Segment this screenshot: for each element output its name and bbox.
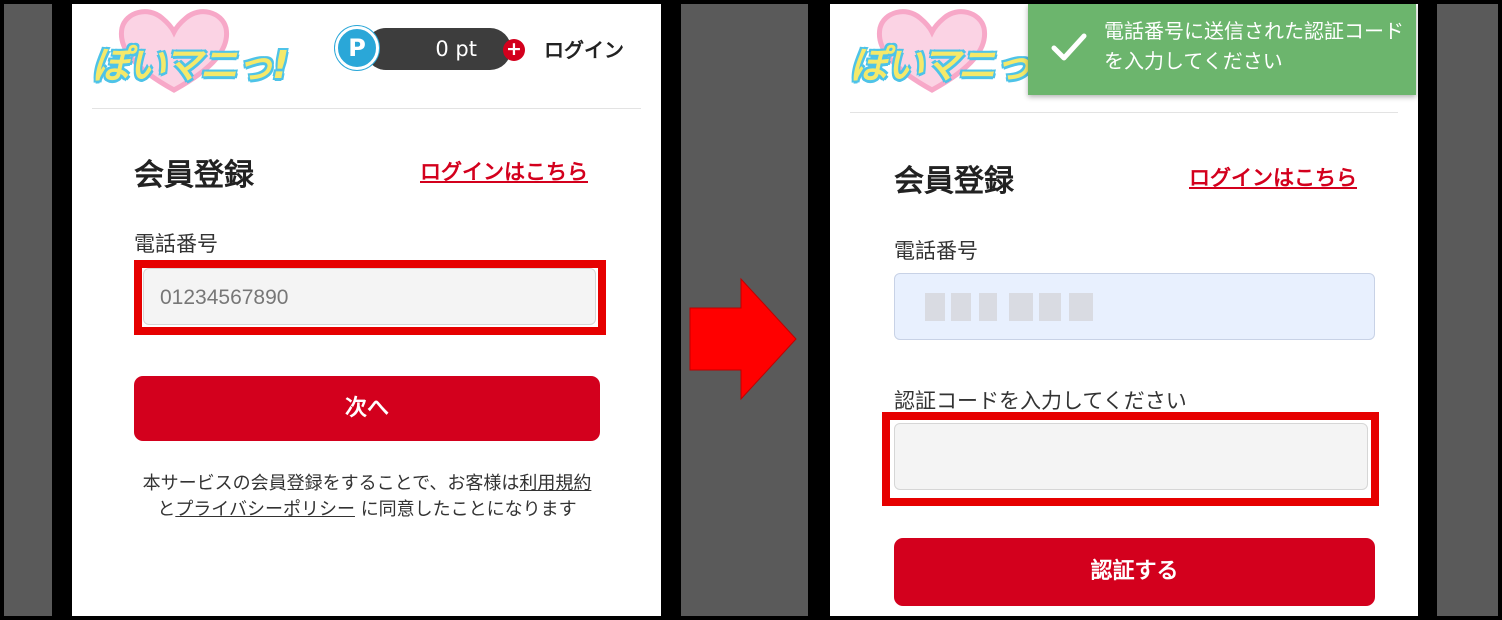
next-button[interactable]: 次へ (134, 376, 600, 441)
phone-number-input[interactable] (894, 273, 1375, 340)
points-icon: P (335, 26, 379, 70)
page-title: 会員登録 (894, 164, 1014, 199)
background-panel (4, 4, 52, 616)
points-value: 0 pt (435, 37, 477, 61)
toast-message: 電話番号に送信された認証コードを入力してください (1104, 19, 1404, 73)
verify-button[interactable]: 認証する (894, 538, 1375, 606)
app-logo[interactable]: ぽいマニっ! (92, 8, 289, 94)
phone-label: 電話番号 (134, 232, 218, 256)
terms-and: と (157, 499, 176, 520)
terms-of-use-link[interactable]: 利用規約 (519, 473, 591, 494)
phone-screen-step1: ぽいマニっ! 0 pt P + ログイン 会員登録 ログインはこちら 電話番号 … (72, 4, 661, 616)
arrow-right-icon (689, 277, 797, 401)
verification-code-label: 認証コードを入力してください (894, 389, 1187, 413)
header-divider (92, 108, 641, 109)
phone-screen-step2: ぽいマニっ! 0 pt P + ログイン 電話番号に送信された認証コードを入力し… (830, 4, 1418, 616)
logo-text: ぽいマニっ! (850, 43, 1047, 87)
privacy-policy-link[interactable]: プライバシーポリシー (175, 499, 355, 520)
terms-notice: 本サービスの会員登録をすることで、お客様は利用規約とプライバシーポリシー に同意… (134, 471, 600, 523)
logo-text: ぽいマニっ! (92, 43, 289, 87)
header-divider (850, 112, 1398, 113)
header-login-link[interactable]: ログイン (544, 34, 624, 63)
page-title: 会員登録 (134, 158, 254, 193)
login-here-link[interactable]: ログインはこちら (1189, 162, 1357, 192)
terms-prefix: 本サービスの会員登録をすることで、お客様は (142, 473, 520, 494)
add-points-icon[interactable]: + (503, 39, 525, 61)
terms-suffix: に同意したことになります (360, 499, 577, 520)
phone-label: 電話番号 (894, 239, 978, 263)
background-panel (1437, 4, 1498, 616)
success-toast: 電話番号に送信された認証コードを入力してください (1028, 4, 1416, 95)
login-here-link[interactable]: ログインはこちら (420, 156, 588, 186)
highlight-box (882, 412, 1379, 506)
checkmark-icon (1051, 33, 1087, 61)
points-pill: 0 pt (365, 28, 511, 70)
highlight-box (134, 260, 606, 335)
app-logo[interactable]: ぽいマニっ! (850, 8, 1047, 94)
